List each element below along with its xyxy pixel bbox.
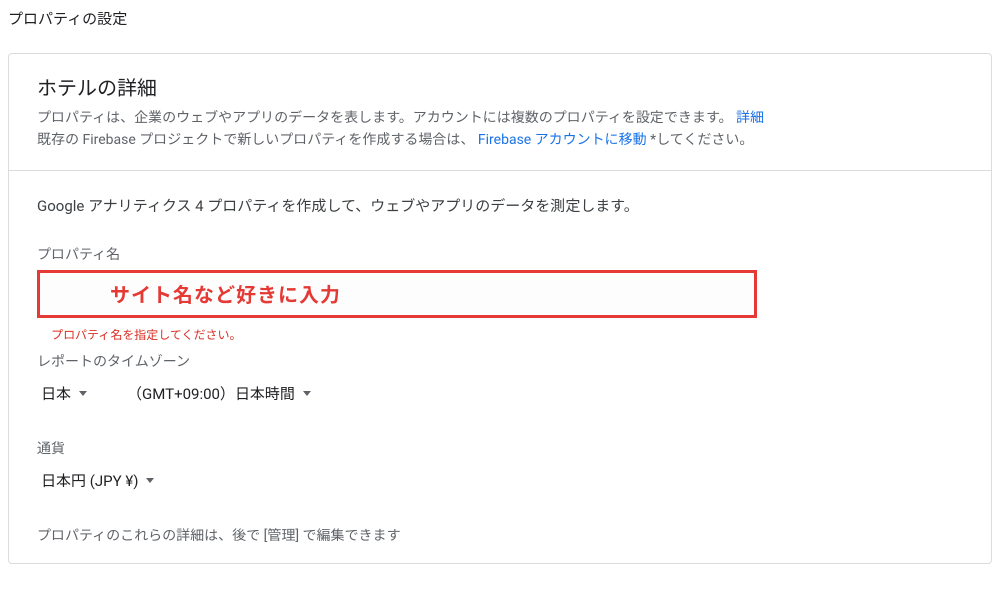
timezone-value: （GMT+09:00）日本時間 xyxy=(127,383,295,404)
currency-field-group: 通貨 日本円 (JPY ¥) xyxy=(37,438,963,497)
timezone-country-value: 日本 xyxy=(41,383,71,404)
desc-text-1: プロパティは、企業のウェブやアプリのデータを表します。アカウントには複数のプロパ… xyxy=(37,110,733,126)
currency-dropdown[interactable]: 日本円 (JPY ¥) xyxy=(37,464,158,497)
currency-value: 日本円 (JPY ¥) xyxy=(41,470,138,491)
chevron-down-icon xyxy=(303,391,311,396)
details-link[interactable]: 詳細 xyxy=(736,110,764,126)
currency-label: 通貨 xyxy=(37,438,963,458)
footer-note: プロパティのこれらの詳細は、後で [管理] で編集できます xyxy=(37,525,963,545)
property-name-error: プロパティ名を指定してください。 xyxy=(51,326,963,343)
timezone-value-dropdown[interactable]: （GMT+09:00）日本時間 xyxy=(123,377,315,410)
intro-text: Google アナリティクス 4 プロパティを作成して、ウェブやアプリのデータを… xyxy=(37,195,963,216)
property-name-field-group: プロパティ名 サイト名など好きに入力 プロパティ名を指定してください。 レポート… xyxy=(37,244,963,410)
chevron-down-icon xyxy=(146,478,154,483)
desc-text-3: *してください。 xyxy=(650,132,753,148)
firebase-account-link[interactable]: Firebase アカウントに移動 xyxy=(478,132,647,148)
timezone-country-dropdown[interactable]: 日本 xyxy=(37,377,91,410)
annotation-overlay-text: サイト名など好きに入力 xyxy=(110,279,341,308)
card-body: Google アナリティクス 4 プロパティを作成して、ウェブやアプリのデータを… xyxy=(9,171,991,563)
card-header-title: ホテルの詳細 xyxy=(37,72,967,101)
page-title: プロパティの設定 xyxy=(0,0,1000,45)
chevron-down-icon xyxy=(79,391,87,396)
desc-text-2: 既存の Firebase プロジェクトで新しいプロパティを作成する場合は、 xyxy=(37,132,474,148)
property-name-label: プロパティ名 xyxy=(37,244,963,264)
property-settings-card: ホテルの詳細 プロパティは、企業のウェブやアプリのデータを表します。アカウントに… xyxy=(8,53,992,564)
card-header: ホテルの詳細 プロパティは、企業のウェブやアプリのデータを表します。アカウントに… xyxy=(9,54,991,171)
timezone-label: レポートのタイムゾーン xyxy=(37,351,963,371)
property-name-input[interactable]: サイト名など好きに入力 xyxy=(37,270,757,318)
timezone-row: 日本 （GMT+09:00）日本時間 xyxy=(37,377,963,410)
card-header-description: プロパティは、企業のウェブやアプリのデータを表します。アカウントには複数のプロパ… xyxy=(37,107,967,152)
currency-row: 日本円 (JPY ¥) xyxy=(37,464,963,497)
